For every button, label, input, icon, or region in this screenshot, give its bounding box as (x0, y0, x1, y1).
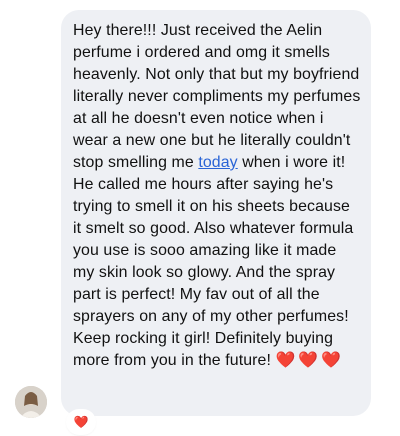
message-text-part-1: Hey there!!! Just received the Aelin per… (73, 22, 361, 171)
heart-reaction-badge[interactable]: ❤️ (68, 411, 94, 433)
message-text-part-2: when i wore it! He called me hours after… (73, 154, 354, 369)
message-text: Hey there!!! Just received the Aelin per… (73, 20, 361, 372)
avatar-photo (15, 386, 47, 418)
heart-emojis: ❤️❤️❤️ (275, 352, 344, 369)
today-link[interactable]: today (198, 154, 237, 171)
sender-avatar[interactable] (15, 386, 47, 418)
message-bubble[interactable]: Hey there!!! Just received the Aelin per… (61, 10, 371, 416)
heart-icon: ❤️ (73, 415, 89, 429)
